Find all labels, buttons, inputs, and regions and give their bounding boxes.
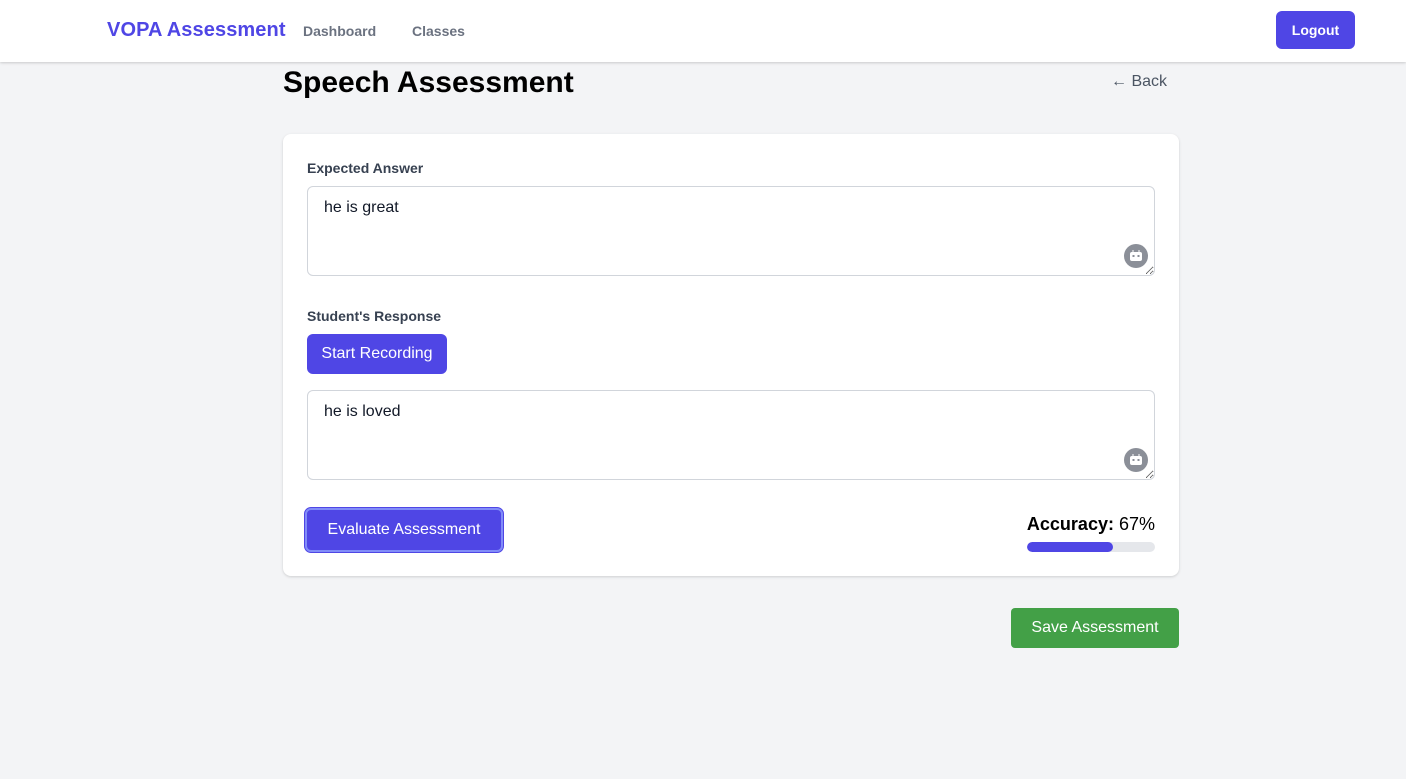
expected-answer-field-wrapper: he is great [307, 186, 1155, 276]
expected-answer-textarea[interactable]: he is great [307, 186, 1155, 276]
accuracy-progress-fill [1027, 542, 1113, 552]
back-link[interactable]: ← Back [1111, 73, 1167, 91]
nav-link-dashboard[interactable]: Dashboard [303, 23, 376, 39]
page-title: Speech Assessment [283, 66, 574, 99]
start-recording-button[interactable]: Start Recording [307, 334, 447, 374]
expected-answer-label: Expected Answer [307, 160, 424, 176]
nav-link-classes[interactable]: Classes [412, 23, 465, 39]
accuracy-label: Accuracy: [1026, 514, 1114, 534]
top-navbar: VOPA Assessment Dashboard Classes Logout [0, 0, 1406, 62]
assessment-card: Expected Answer he is great Student's Re… [283, 134, 1179, 576]
robot-icon[interactable] [1124, 448, 1148, 472]
brand-logo-link[interactable]: VOPA Assessment [107, 19, 286, 42]
robot-icon[interactable] [1124, 244, 1148, 268]
accuracy-readout: Accuracy: 67% [1027, 514, 1155, 535]
robot-icon-glyph [1130, 250, 1142, 261]
logout-button[interactable]: Logout [1276, 11, 1355, 49]
student-response-textarea[interactable]: he is loved [307, 390, 1155, 480]
robot-icon-glyph [1130, 454, 1142, 465]
save-assessment-button[interactable]: Save Assessment [1011, 608, 1179, 648]
student-response-label: Student's Response [307, 308, 442, 324]
accuracy-value: 67% [1118, 514, 1155, 534]
evaluate-assessment-button[interactable]: Evaluate Assessment [305, 508, 503, 552]
accuracy-progress-bar [1027, 542, 1155, 552]
student-response-field-wrapper: he is loved [307, 390, 1155, 480]
